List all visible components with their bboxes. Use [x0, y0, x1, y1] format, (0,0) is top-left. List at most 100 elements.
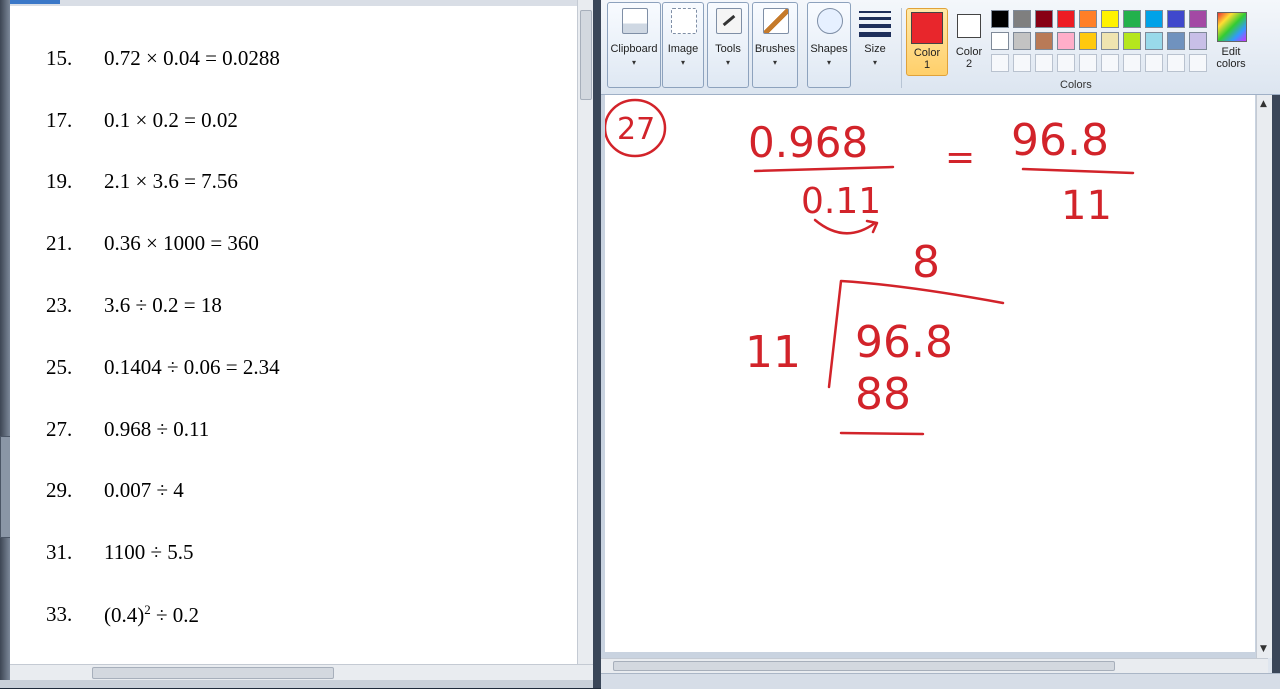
color2-swatch	[957, 14, 981, 38]
dividend: 96.8	[855, 317, 953, 368]
scrollbar-thumb[interactable]	[580, 10, 592, 100]
handwritten-solution: 27 0.968 0.11 = 96.8 11 8 11 96.8 88	[605, 98, 1135, 436]
scrollbar-thumb[interactable]	[92, 667, 334, 679]
palette-color-swatch[interactable]	[1145, 10, 1163, 28]
palette-color-swatch[interactable]	[1079, 32, 1097, 50]
palette-color-swatch[interactable]	[1079, 10, 1097, 28]
canvas-horizontal-scrollbar[interactable]	[601, 658, 1268, 673]
drawing-canvas[interactable]: 27 0.968 0.11 = 96.8 11 8 11 96.8 88	[605, 95, 1255, 652]
problem-number: 17.	[46, 108, 73, 132]
custom-color-slot[interactable]	[1057, 54, 1075, 72]
tools-label: Tools	[715, 43, 741, 55]
window-edge	[0, 0, 10, 688]
color1-swatch	[911, 12, 943, 44]
tools-button[interactable]: Tools ▾	[707, 2, 749, 88]
problem-number: 21.	[46, 231, 73, 255]
fraction-bar	[753, 165, 895, 173]
palette-color-swatch[interactable]	[991, 10, 1009, 28]
palette-color-swatch[interactable]	[1123, 32, 1141, 50]
expression-rest: ÷ 0.2	[150, 603, 200, 627]
custom-color-slot[interactable]	[991, 54, 1009, 72]
custom-color-slot[interactable]	[1167, 54, 1185, 72]
color1-label: Color 1	[913, 47, 941, 71]
size-button[interactable]: Size ▾	[854, 2, 896, 88]
active-tab-indicator	[10, 0, 60, 4]
edit-colors-label: Edit colors	[1216, 46, 1246, 70]
palette-color-swatch[interactable]	[1057, 32, 1075, 50]
problem-number: 33.	[46, 602, 73, 626]
problem-expression: 1100 ÷ 5.5	[104, 540, 194, 564]
color1-button[interactable]: Color 1	[906, 8, 948, 76]
brushes-label: Brushes	[754, 43, 796, 55]
brushes-button[interactable]: Brushes ▾	[752, 2, 798, 88]
custom-color-slot[interactable]	[1145, 54, 1163, 72]
palette-color-swatch[interactable]	[1101, 32, 1119, 50]
palette-color-swatch[interactable]	[1189, 10, 1207, 28]
palette-color-swatch[interactable]	[1145, 32, 1163, 50]
colors-group-label: Colors	[1060, 79, 1092, 91]
circled-problem-number: 27	[617, 112, 655, 147]
palette-color-swatch[interactable]	[1101, 10, 1119, 28]
problem-expression: 0.968 ÷ 0.11	[104, 417, 210, 441]
scroll-down-icon[interactable]: ▼	[1260, 644, 1267, 654]
shapes-icon	[817, 8, 843, 34]
new-numerator: 96.8	[1011, 115, 1109, 166]
new-fraction-bar	[1021, 167, 1135, 175]
palette-color-swatch[interactable]	[1013, 10, 1031, 28]
size-label: Size	[864, 43, 886, 55]
chevron-down-icon: ▾	[631, 58, 636, 67]
scrollbar-thumb[interactable]	[613, 661, 1115, 671]
palette-color-swatch[interactable]	[1167, 32, 1185, 50]
problem-expression: (0.4)2 ÷ 0.2	[104, 602, 199, 628]
window-divider	[593, 0, 601, 688]
palette-color-swatch[interactable]	[1123, 10, 1141, 28]
clipboard-button[interactable]: Clipboard ▾	[607, 2, 661, 88]
problem-expression: 0.007 ÷ 4	[104, 478, 184, 502]
problem-number: 25.	[46, 355, 73, 379]
pencil-icon	[716, 8, 742, 34]
shapes-label: Shapes	[810, 43, 848, 55]
palette-color-swatch[interactable]	[1057, 10, 1075, 28]
problem-expression: 3.6 ÷ 0.2 = 18	[104, 293, 222, 317]
palette-color-swatch[interactable]	[1035, 10, 1053, 28]
palette-color-swatch[interactable]	[991, 32, 1009, 50]
shapes-button[interactable]: Shapes ▾	[807, 2, 851, 88]
problem-number: 15.	[46, 46, 73, 70]
window-edge	[1272, 95, 1280, 673]
color2-label: Color 2	[955, 46, 983, 70]
fraction-numerator: 0.968	[748, 118, 868, 167]
custom-color-slot[interactable]	[1123, 54, 1141, 72]
document-vertical-scrollbar[interactable]	[577, 0, 594, 664]
problem-number: 27.	[46, 417, 73, 441]
canvas-area: 27 0.968 0.11 = 96.8 11 8 11 96.8 88	[601, 95, 1268, 658]
equals-sign: =	[945, 137, 975, 178]
select-icon	[671, 8, 697, 34]
problem-expression: 0.36 × 1000 = 360	[104, 231, 259, 255]
custom-color-slot[interactable]	[1013, 54, 1031, 72]
palette-color-swatch[interactable]	[1035, 32, 1053, 50]
problem-expression: 0.1 × 0.2 = 0.02	[104, 108, 238, 132]
custom-color-slot[interactable]	[1079, 54, 1097, 72]
expression-base: (0.4)	[104, 603, 145, 627]
document-status-bar	[0, 680, 593, 688]
problem-expression: 2.1 × 3.6 = 7.56	[104, 169, 238, 193]
palette-color-swatch[interactable]	[1189, 32, 1207, 50]
color2-button[interactable]: Color 2	[951, 8, 987, 74]
paint-ribbon: Clipboard ▾ Image ▾ Tools ▾ Brushes ▾ Sh…	[601, 0, 1280, 95]
custom-color-slot[interactable]	[1101, 54, 1119, 72]
image-label: Image	[667, 43, 699, 55]
new-denominator: 11	[1061, 183, 1112, 229]
fraction-denominator: 0.11	[801, 181, 881, 222]
document-horizontal-scrollbar[interactable]	[10, 664, 593, 681]
custom-color-slot[interactable]	[1189, 54, 1207, 72]
chevron-down-icon: ▾	[680, 58, 685, 67]
custom-color-slot[interactable]	[1035, 54, 1053, 72]
image-button[interactable]: Image ▾	[662, 2, 704, 88]
edit-colors-button[interactable]: Edit colors	[1212, 8, 1250, 74]
brush-icon	[763, 8, 789, 34]
scroll-up-icon[interactable]: ▲	[1260, 99, 1267, 109]
document-window: 15. 0.72 × 0.04 = 0.0288 17. 0.1 × 0.2 =…	[0, 0, 594, 688]
canvas-vertical-scrollbar[interactable]: ▲ ▼	[1256, 95, 1273, 658]
palette-color-swatch[interactable]	[1167, 10, 1185, 28]
palette-color-swatch[interactable]	[1013, 32, 1031, 50]
